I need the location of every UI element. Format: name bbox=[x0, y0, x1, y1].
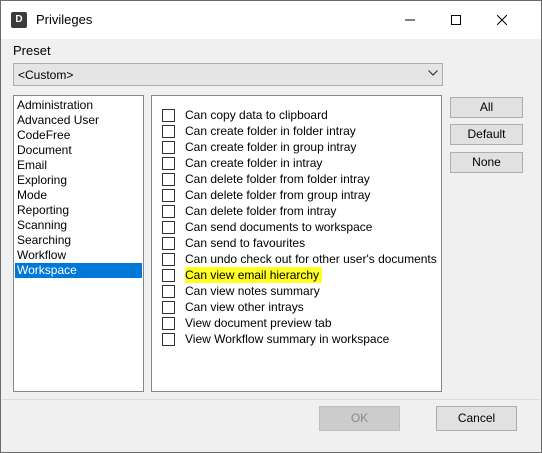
privilege-checkbox[interactable] bbox=[162, 333, 175, 346]
privilege-row[interactable]: Can create folder in intray bbox=[162, 155, 441, 171]
divider bbox=[2, 399, 540, 400]
preset-dropdown[interactable]: <Custom> bbox=[13, 63, 443, 86]
privilege-label: Can create folder in group intray bbox=[185, 140, 357, 154]
privilege-label: Can delete folder from group intray bbox=[185, 188, 371, 202]
category-item[interactable]: Searching bbox=[15, 233, 142, 248]
default-button[interactable]: Default bbox=[450, 124, 523, 145]
category-item[interactable]: Scanning bbox=[15, 218, 142, 233]
privilege-row[interactable]: Can view email hierarchy bbox=[162, 267, 441, 283]
privilege-checkbox[interactable] bbox=[162, 301, 175, 314]
privilege-row[interactable]: Can create folder in group intray bbox=[162, 139, 441, 155]
privilege-checkbox[interactable] bbox=[162, 269, 175, 282]
category-item[interactable]: Administration bbox=[15, 98, 142, 113]
maximize-icon bbox=[451, 15, 461, 25]
chevron-down-icon bbox=[428, 70, 438, 76]
preset-selected-value: <Custom> bbox=[18, 68, 74, 82]
privilege-label: Can send to favourites bbox=[185, 236, 306, 250]
privilege-row[interactable]: View document preview tab bbox=[162, 315, 441, 331]
privilege-checkbox[interactable] bbox=[162, 173, 175, 186]
privilege-checkbox[interactable] bbox=[162, 141, 175, 154]
category-item[interactable]: Workflow bbox=[15, 248, 142, 263]
privilege-checkbox[interactable] bbox=[162, 157, 175, 170]
privilege-label: Can undo check out for other user's docu… bbox=[185, 252, 437, 266]
privilege-label: Can delete folder from intray bbox=[185, 204, 337, 218]
minimize-icon bbox=[405, 19, 415, 21]
category-item[interactable]: Mode bbox=[15, 188, 142, 203]
maximize-button[interactable] bbox=[433, 1, 479, 39]
privilege-row[interactable]: Can send to favourites bbox=[162, 235, 441, 251]
privilege-row[interactable]: Can view other intrays bbox=[162, 299, 441, 315]
privileges-panel: Can copy data to clipboard Can create fol… bbox=[151, 95, 442, 392]
privilege-checkbox[interactable] bbox=[162, 253, 175, 266]
privilege-checkbox[interactable] bbox=[162, 205, 175, 218]
privilege-label: Can create folder in intray bbox=[185, 156, 323, 170]
ok-button[interactable]: OK bbox=[319, 406, 400, 431]
privilege-row[interactable]: Can view notes summary bbox=[162, 283, 441, 299]
privilege-label: Can send documents to workspace bbox=[185, 220, 373, 234]
privilege-checkbox[interactable] bbox=[162, 125, 175, 138]
privilege-row[interactable]: Can undo check out for other user's docu… bbox=[162, 251, 441, 267]
privilege-row[interactable]: Can copy data to clipboard bbox=[162, 107, 441, 123]
privilege-checkbox[interactable] bbox=[162, 317, 175, 330]
minimize-button[interactable] bbox=[387, 1, 433, 39]
category-item[interactable]: Document bbox=[15, 143, 142, 158]
all-button[interactable]: All bbox=[450, 97, 523, 118]
category-item[interactable]: Exploring bbox=[15, 173, 142, 188]
category-list[interactable]: Administration Advanced User CodeFree Docum… bbox=[13, 95, 144, 392]
privilege-label: Can view other intrays bbox=[185, 300, 304, 314]
privilege-checkbox[interactable] bbox=[162, 109, 175, 122]
privilege-label: Can delete folder from folder intray bbox=[185, 172, 370, 186]
privilege-checkbox[interactable] bbox=[162, 189, 175, 202]
privilege-row[interactable]: Can send documents to workspace bbox=[162, 219, 441, 235]
privileges-dialog: D Privileges Preset <Custom> Administrat… bbox=[0, 0, 542, 453]
privilege-row[interactable]: Can delete folder from intray bbox=[162, 203, 441, 219]
category-item[interactable]: CodeFree bbox=[15, 128, 142, 143]
privilege-label: Can create folder in folder intray bbox=[185, 124, 356, 138]
category-item[interactable]: Workspace bbox=[15, 263, 142, 278]
title-bar[interactable]: D Privileges bbox=[1, 1, 541, 39]
app-icon: D bbox=[11, 12, 27, 28]
cancel-button[interactable]: Cancel bbox=[436, 406, 517, 431]
privilege-row[interactable]: View Workflow summary in workspace bbox=[162, 331, 441, 347]
privilege-label: Can view email hierarchy bbox=[185, 267, 323, 283]
close-icon bbox=[497, 15, 507, 25]
none-button[interactable]: None bbox=[450, 152, 523, 173]
privilege-label: View document preview tab bbox=[185, 316, 332, 330]
privilege-label: Can view notes summary bbox=[185, 284, 320, 298]
preset-label: Preset bbox=[13, 43, 51, 58]
privilege-row[interactable]: Can delete folder from group intray bbox=[162, 187, 441, 203]
category-item[interactable]: Reporting bbox=[15, 203, 142, 218]
category-item[interactable]: Email bbox=[15, 158, 142, 173]
category-item[interactable]: Advanced User bbox=[15, 113, 142, 128]
privilege-checkbox[interactable] bbox=[162, 237, 175, 250]
privilege-checkbox[interactable] bbox=[162, 221, 175, 234]
privilege-checkbox[interactable] bbox=[162, 285, 175, 298]
privilege-row[interactable]: Can delete folder from folder intray bbox=[162, 171, 441, 187]
window-title: Privileges bbox=[36, 12, 93, 27]
privilege-label: View Workflow summary in workspace bbox=[185, 332, 390, 346]
privilege-label: Can copy data to clipboard bbox=[185, 108, 328, 122]
close-button[interactable] bbox=[479, 1, 525, 39]
privilege-row[interactable]: Can create folder in folder intray bbox=[162, 123, 441, 139]
